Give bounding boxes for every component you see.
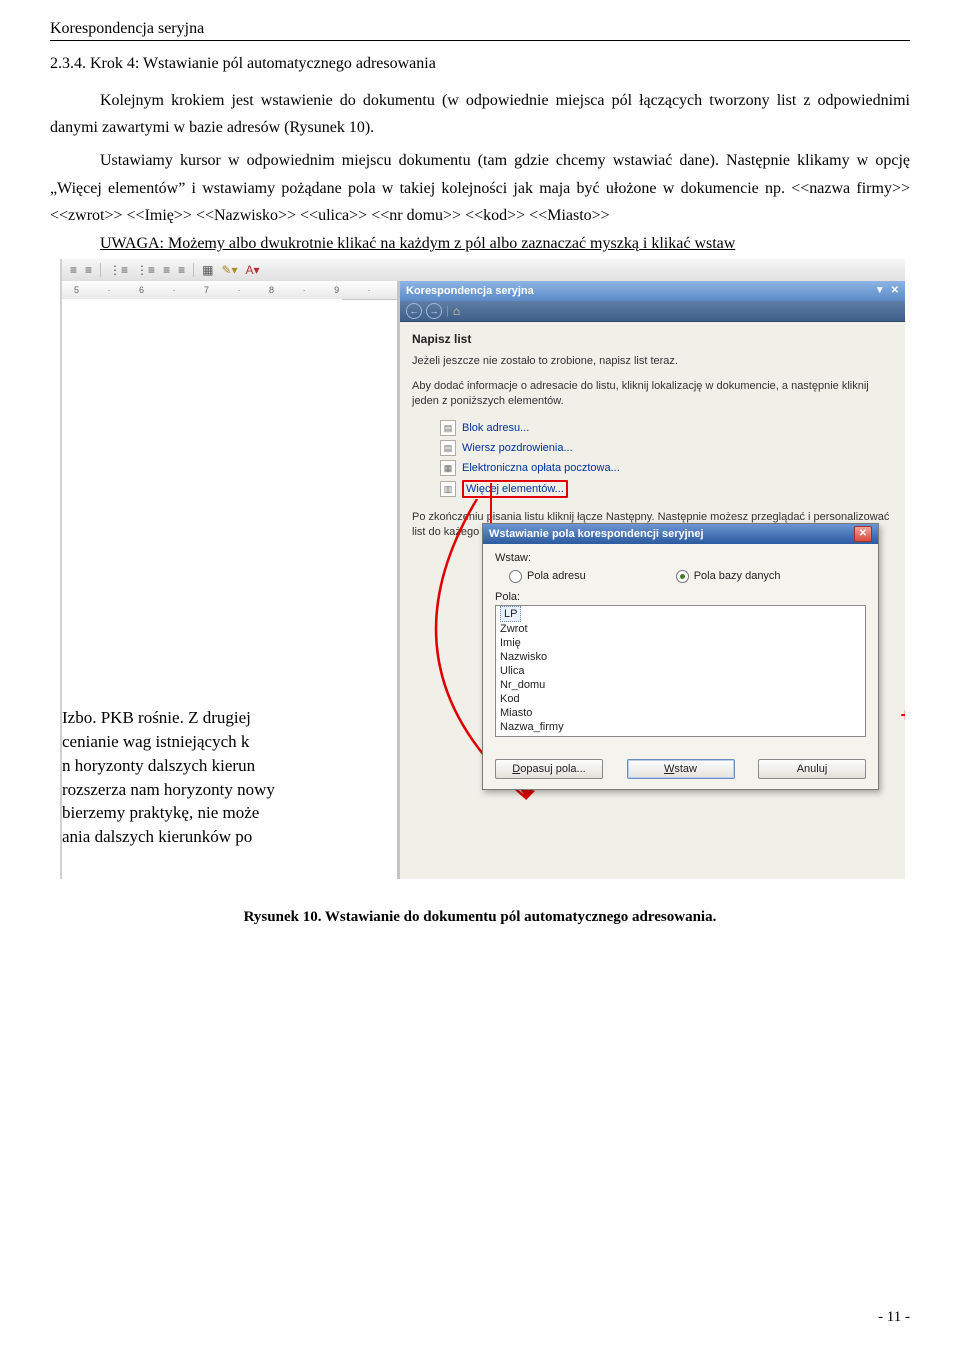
cancel-button[interactable]: Anuluj (758, 759, 866, 779)
nav-back-icon[interactable]: ← (406, 303, 422, 319)
highlight-icon[interactable]: ✎▾ (221, 263, 237, 277)
list-item[interactable]: Ulica (496, 664, 865, 678)
ruler-tick: 9 (334, 285, 340, 295)
dialog-titlebar: Wstawianie pola korespondencji seryjnej … (483, 524, 878, 544)
font-color-icon[interactable]: A▾ (246, 263, 260, 277)
word-toolbar: ≡ ≡ ⋮≡ ⋮≡ ≡ ≡ ▦ ✎▾ A▾ (62, 259, 905, 282)
radio-label: Pola adresu (527, 570, 586, 582)
align-icon[interactable]: ≡ (85, 263, 92, 277)
indent-dec-icon[interactable]: ≡ (163, 263, 170, 277)
ruler-tick: · (303, 285, 307, 295)
list-icon: ▥ (440, 481, 456, 497)
step-heading: Napisz list (412, 332, 893, 346)
indent-inc-icon[interactable]: ≡ (178, 263, 185, 277)
taskpane-titlebar: Korespondencja seryjna ▼ ✕ (400, 281, 905, 301)
doc-icon: ▤ (440, 420, 456, 436)
radio-label: Pola bazy danych (694, 570, 781, 582)
ruler-tick: 5 (74, 285, 80, 295)
option-more-elements[interactable]: ▥ Więcej elementów... (412, 478, 893, 500)
list-item[interactable]: Nazwisko (496, 650, 865, 664)
radio-icon (509, 570, 522, 583)
taskpane-title: Korespondencja seryjna (406, 285, 534, 297)
bullet-icon[interactable]: ⋮≡ (109, 263, 128, 277)
uwaga-note: UWAGA: Możemy albo dwukrotnie klikać na … (100, 235, 910, 253)
radio-icon (676, 570, 689, 583)
doc-icon: ▤ (440, 440, 456, 456)
fields-label: Pola: (495, 591, 866, 603)
list-item[interactable]: LP (500, 606, 521, 622)
option-address-block[interactable]: ▤ Blok adresu... (412, 418, 893, 438)
document-area[interactable]: Izbo. PKB rośnie. Z drugiej cenianie wag… (62, 299, 342, 879)
ruler-tick: · (108, 285, 112, 295)
close-icon[interactable]: ✕ (891, 285, 899, 296)
running-header: Korespondencja seryjna (50, 20, 910, 41)
annotation-red-line (490, 483, 492, 523)
bullet-icon[interactable]: ⋮≡ (136, 263, 155, 277)
match-fields-button[interactable]: Dopasuj pola... (495, 759, 603, 779)
option-greeting-line[interactable]: ▤ Wiersz pozdrowienia... (412, 438, 893, 458)
ruler-tick: · (368, 285, 372, 295)
option-postage[interactable]: ▦ Elektroniczna opłata pocztowa... (412, 458, 893, 478)
insert-label: Wstaw: (495, 552, 866, 564)
home-icon[interactable]: ⌂ (453, 304, 460, 318)
list-item[interactable]: Zwrot (496, 622, 865, 636)
nav-forward-icon[interactable]: → (426, 303, 442, 319)
radio-address-fields[interactable]: Pola adresu (509, 570, 586, 583)
section-heading: 2.3.4. Krok 4: Wstawianie pól automatycz… (50, 55, 910, 73)
list-item[interactable]: Imię (496, 636, 865, 650)
list-item[interactable]: Nazwa_firmy (496, 720, 865, 734)
align-icon[interactable]: ≡ (70, 263, 77, 277)
list-item[interactable]: Miasto (496, 706, 865, 720)
paragraph-1: Kolejnym krokiem jest wstawienie do doku… (50, 87, 910, 141)
paragraph-2: Ustawiamy kursor w odpowiednim miejscu d… (50, 147, 910, 229)
ruler-tick: 7 (204, 285, 210, 295)
list-item[interactable]: Kod (496, 692, 865, 706)
figure-caption: Rysunek 10. Wstawianie do dokumentu pól … (50, 909, 910, 926)
page-number: - 11 - (878, 1309, 910, 1326)
dialog-title: Wstawianie pola korespondencji seryjnej (489, 528, 704, 540)
annotation-plus: + (900, 705, 905, 726)
screenshot-figure: ≡ ≡ ⋮≡ ⋮≡ ≡ ≡ ▦ ✎▾ A▾ 5 · 6 · 7 · 8 · 9 … (62, 259, 905, 879)
ruler-tick: · (238, 285, 242, 295)
close-icon[interactable]: ✕ (854, 526, 872, 542)
border-icon[interactable]: ▦ (202, 263, 213, 277)
ruler-tick: 6 (139, 285, 145, 295)
option-label: Wiersz pozdrowienia... (462, 442, 573, 454)
taskpane-text: Aby dodać informacje o adresacie do list… (412, 379, 893, 409)
option-label: Elektroniczna opłata pocztowa... (462, 462, 620, 474)
list-item[interactable]: Nr_domu (496, 678, 865, 692)
ruler-tick: 8 (269, 285, 275, 295)
taskpane-nav: ← → | ⌂ (400, 301, 905, 322)
fields-listbox[interactable]: LP Zwrot Imię Nazwisko Ulica Nr_domu Kod… (495, 605, 866, 737)
insert-merge-field-dialog: Wstawianie pola korespondencji seryjnej … (482, 523, 879, 790)
ruler-tick: · (173, 285, 177, 295)
insert-button[interactable]: Wstaw (627, 759, 735, 779)
option-label: Blok adresu... (462, 422, 529, 434)
radio-database-fields[interactable]: Pola bazy danych (676, 570, 781, 583)
chevron-down-icon[interactable]: ▼ (875, 285, 885, 296)
stamp-icon: ▦ (440, 460, 456, 476)
document-body-text: Izbo. PKB rośnie. Z drugiej cenianie wag… (62, 706, 342, 849)
taskpane-text: Jeżeli jeszcze nie zostało to zrobione, … (412, 354, 893, 369)
option-label: Więcej elementów... (462, 480, 568, 498)
